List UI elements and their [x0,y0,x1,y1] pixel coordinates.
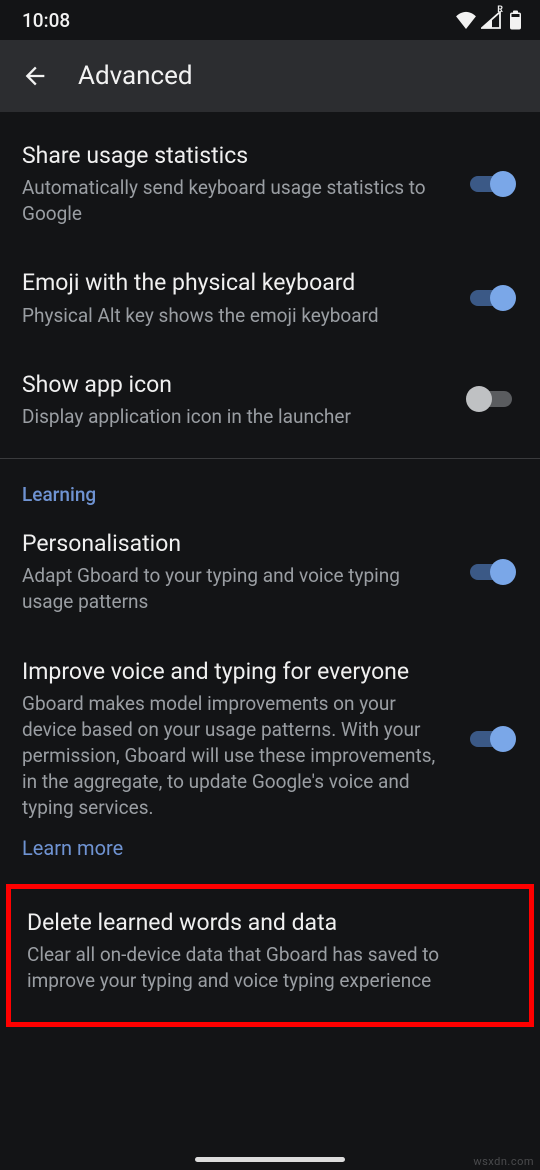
settings-list: Share usage statistics Automatically sen… [0,112,540,1027]
setting-title: Emoji with the physical keyboard [22,267,450,298]
setting-improve-voice-typing[interactable]: Improve voice and typing for everyone Gb… [0,636,540,832]
toggle-improve-voice[interactable] [466,725,516,753]
back-button[interactable] [18,59,52,93]
setting-title: Show app icon [22,369,450,400]
setting-subtitle: Gboard makes model improvements on your … [22,691,450,822]
setting-share-usage-statistics[interactable]: Share usage statistics Automatically sen… [0,120,540,247]
learn-more-link[interactable]: Learn more [0,832,540,878]
setting-subtitle: Adapt Gboard to your typing and voice ty… [22,563,450,615]
navigation-handle[interactable] [195,1157,345,1162]
setting-emoji-physical-keyboard[interactable]: Emoji with the physical keyboard Physica… [0,247,540,348]
status-bar: 10:08 R [0,0,540,40]
battery-icon [509,10,522,30]
status-time: 10:08 [22,9,70,32]
setting-subtitle: Automatically send keyboard usage statis… [22,175,450,227]
arrow-back-icon [21,62,49,90]
setting-title: Improve voice and typing for everyone [22,656,450,687]
setting-subtitle: Physical Alt key shows the emoji keyboar… [22,303,450,329]
toggle-share-usage[interactable] [466,170,516,198]
signal-label: R [497,5,503,15]
setting-subtitle: Clear all on-device data that Gboard has… [27,942,511,994]
watermark: wsxdn.com [473,1155,534,1168]
wifi-icon [455,11,477,29]
toggle-personalisation[interactable] [466,558,516,586]
toggle-show-app-icon[interactable] [466,385,516,413]
setting-show-app-icon[interactable]: Show app icon Display application icon i… [0,349,540,450]
toggle-emoji-physical[interactable] [466,284,516,312]
setting-personalisation[interactable]: Personalisation Adapt Gboard to your typ… [0,516,540,635]
section-header-learning: Learning [0,459,540,516]
highlight-delete-learned: Delete learned words and data Clear all … [6,884,534,1027]
signal-icon: R [481,11,501,29]
setting-title: Personalisation [22,528,450,559]
setting-subtitle: Display application icon in the launcher [22,404,450,430]
setting-title: Share usage statistics [22,140,450,171]
setting-delete-learned-words[interactable]: Delete learned words and data Clear all … [11,889,529,998]
app-bar: Advanced [0,40,540,112]
setting-title: Delete learned words and data [27,907,511,938]
page-title: Advanced [78,61,193,91]
status-icons: R [455,10,522,30]
